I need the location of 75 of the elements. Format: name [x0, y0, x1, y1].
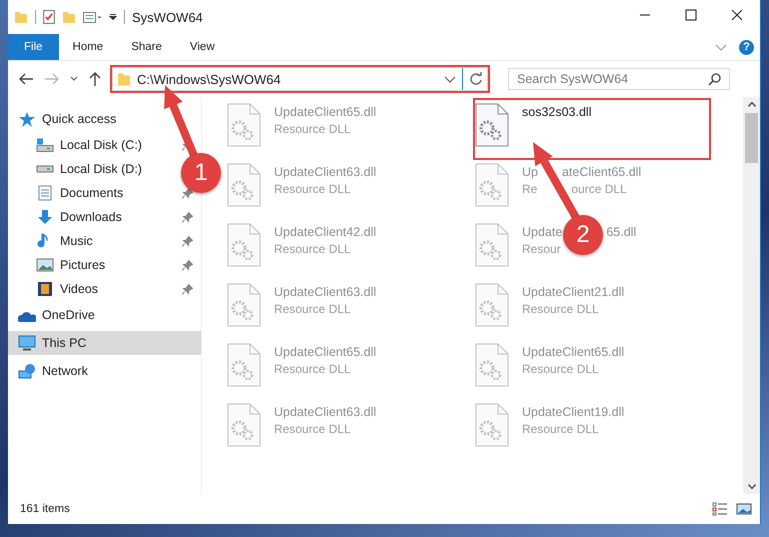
downloads-icon — [36, 209, 54, 225]
file-type: Resource DLL — [522, 302, 599, 316]
file-type: Resource DLL — [274, 242, 351, 256]
pin-icon[interactable] — [182, 284, 193, 294]
item-count: 161 items — [20, 503, 70, 515]
sidebar-item[interactable]: Network — [8, 359, 92, 383]
details-view-icon[interactable] — [712, 502, 728, 516]
ribbon-tab[interactable]: Home — [58, 34, 118, 60]
file-type: Resource DLL — [274, 302, 351, 316]
pin-icon[interactable] — [182, 236, 193, 246]
checklist-icon[interactable] — [43, 10, 55, 24]
dll-file-icon — [227, 343, 261, 387]
dll-file-icon — [475, 343, 509, 387]
file-name[interactable]: sos32s03.dll — [522, 105, 592, 119]
file-type: Resource DLL — [274, 182, 351, 196]
sidebar-item[interactable]: Quick access — [8, 107, 120, 131]
address-path: C:\Windows\SysWOW64 — [137, 72, 282, 86]
sidebar-item[interactable]: This PC — [8, 331, 201, 355]
dll-file-icon — [227, 223, 261, 267]
up-icon[interactable] — [88, 71, 102, 87]
file-type: Resource DLL — [274, 422, 351, 436]
dll-file-icon — [475, 403, 509, 447]
file-type: Resource DLL — [274, 122, 351, 136]
drive-icon — [36, 138, 54, 152]
star-icon — [18, 111, 36, 127]
videos-icon — [36, 281, 54, 297]
scroll-down-icon[interactable] — [748, 484, 756, 489]
sidebar-item[interactable]: Local Disk (C:) — [36, 133, 146, 157]
dll-file-icon — [475, 163, 509, 207]
pin-icon[interactable] — [182, 260, 193, 270]
ribbon-tab[interactable]: Share — [117, 34, 176, 60]
sidebar-item[interactable]: Videos — [36, 277, 102, 301]
back-icon[interactable] — [18, 72, 34, 86]
sidebar-item[interactable]: OneDrive — [8, 303, 99, 327]
caret-icon[interactable] — [70, 76, 78, 82]
pin-icon[interactable] — [182, 188, 193, 198]
dll-file-icon — [227, 283, 261, 327]
pc-icon — [18, 335, 36, 351]
dll-file-icon — [475, 283, 509, 327]
sidebar-item[interactable]: Downloads — [36, 205, 126, 229]
dll-file-icon — [475, 103, 509, 147]
sidebar-item[interactable]: Music — [36, 229, 97, 253]
chevron-down-icon[interactable] — [444, 76, 456, 82]
window-title: SysWOW64 — [132, 10, 203, 24]
sidebar-item[interactable]: Documents — [36, 181, 128, 205]
search-field[interactable]: Search SysWOW64 — [508, 68, 730, 90]
scrollbar-thumb[interactable] — [745, 113, 758, 163]
dll-file-icon — [227, 103, 261, 147]
dll-file-icon — [227, 403, 261, 447]
search-icon — [708, 72, 722, 86]
pin-icon[interactable] — [182, 212, 193, 222]
documents-icon — [36, 185, 54, 201]
file-type: Resource DLL — [522, 362, 599, 376]
file-type: Resource DLL — [274, 362, 351, 376]
caret-icon[interactable] — [109, 14, 117, 20]
address-bar[interactable]: C:\Windows\SysWOW64 — [112, 67, 488, 91]
dll-file-icon — [227, 163, 261, 207]
ribbon-tab[interactable]: View — [176, 34, 229, 60]
ribbon-tab[interactable]: File — [8, 34, 59, 60]
folder-icon — [117, 72, 131, 86]
refresh-icon[interactable] — [469, 72, 483, 86]
file-type: Resource DLL — [522, 422, 599, 436]
network-icon — [18, 363, 36, 379]
file-type: Resour — [522, 242, 561, 256]
drive-icon — [36, 165, 54, 173]
help-button[interactable]: ? — [739, 40, 754, 54]
view-icon[interactable] — [83, 12, 102, 22]
dll-file-icon — [475, 223, 509, 267]
file-type: ource DLL — [571, 182, 627, 196]
scroll-up-icon[interactable] — [748, 102, 756, 107]
sidebar-item[interactable]: Pictures — [36, 253, 110, 277]
sidebar-item[interactable]: Local Disk (D:) — [36, 157, 146, 181]
thumbnail-view-icon[interactable] — [736, 502, 752, 516]
pictures-icon — [36, 257, 54, 273]
file-type: Re — [522, 182, 538, 196]
